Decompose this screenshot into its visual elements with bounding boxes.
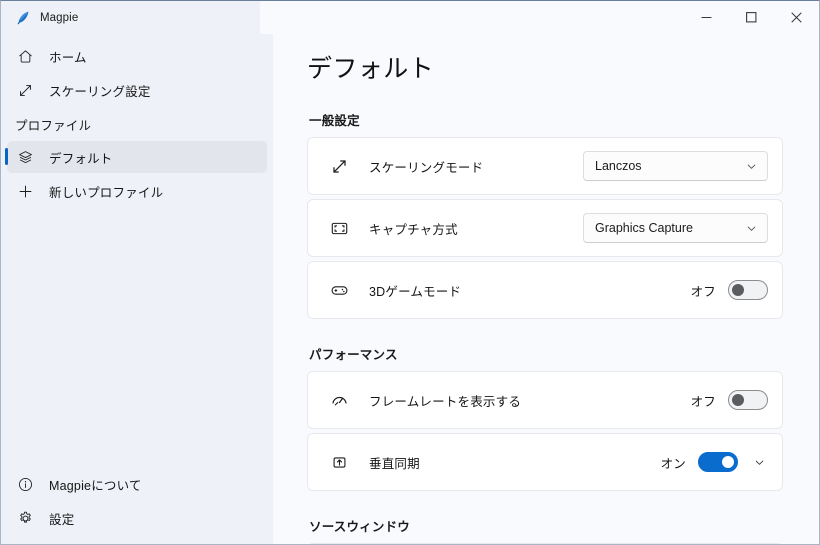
sidebar-item-new-profile[interactable]: 新しいプロファイル [7,175,267,207]
sidebar: ホーム スケーリング設定 プロファイル デフォルト 新しいプロファイル Magp… [1,34,273,544]
minimize-icon [701,17,712,18]
vsync-toggle[interactable] [698,452,738,472]
setting-row-capture-method: キャプチャ方式 Graphics Capture [307,199,783,257]
plus-icon [15,181,35,201]
setting-control: Graphics Capture [583,213,768,243]
sidebar-item-label: スケーリング設定 [49,84,151,99]
window-controls [684,1,819,34]
magpie-window: Magpie ホーム スケーリング設定 プロファイル デフォルト 新しいプロファ… [0,0,820,545]
toggle-knob [722,456,734,468]
sidebar-item-home[interactable]: ホーム [7,40,267,72]
toggle-knob [732,394,744,406]
pulse-speed-icon [328,389,350,411]
group-title-source-window: ソースウィンドウ [309,520,410,534]
dropdown-value: Lanczos [595,159,642,173]
arrow-up-box-icon [328,451,350,473]
setting-row-3d-game-mode: 3Dゲームモード オフ [307,261,783,319]
3d-game-mode-toggle[interactable] [728,280,768,300]
setting-control: オフ [691,390,768,410]
sidebar-item-settings[interactable]: 設定 [7,502,267,534]
maximize-icon [746,12,757,23]
sidebar-item-label: 新しいプロファイル [49,185,164,200]
sidebar-profiles-nav: デフォルト 新しいプロファイル [1,141,273,207]
setting-row-show-framerate: フレームレートを表示する オフ [307,371,783,429]
window-body: ホーム スケーリング設定 プロファイル デフォルト 新しいプロファイル Magp… [1,34,819,544]
capture-method-dropdown[interactable]: Graphics Capture [583,213,768,243]
close-button[interactable] [774,1,819,34]
home-icon [15,46,35,66]
setting-label: フレームレートを表示する [369,394,522,409]
vsync-expander-button[interactable] [750,453,768,471]
sidebar-section-profiles: プロファイル [15,119,92,133]
setting-row-scaling-mode: スケーリングモード Lanczos [307,137,783,195]
sidebar-item-scaling-settings[interactable]: スケーリング設定 [7,74,267,106]
maximize-button[interactable] [729,1,774,34]
setting-label: キャプチャ方式 [369,222,458,237]
info-circle-icon [15,474,35,494]
setting-label: 3Dゲームモード [369,284,462,299]
gamepad-icon [328,279,350,301]
sidebar-item-label: ホーム [49,50,87,65]
sidebar-bottom-nav: Magpieについて 設定 [1,468,273,544]
title-bar-drag-region [260,1,684,34]
toggle-state-label: オフ [690,284,716,299]
setting-control: オン [661,452,768,472]
resize-arrows-icon [328,155,350,177]
sidebar-item-label: Magpieについて [49,478,142,493]
chevron-down-icon [746,223,757,234]
setting-control: Lanczos [583,151,768,181]
group-title-general: 一般設定 [309,114,360,128]
setting-row-source-window-partial [307,543,783,544]
setting-label: スケーリングモード [369,160,484,175]
chevron-down-icon [754,457,765,468]
chevron-down-icon [746,161,757,172]
setting-row-vsync: 垂直同期 オン [307,433,783,491]
sidebar-item-label: 設定 [49,512,75,527]
settings-content: デフォルト 一般設定 スケーリングモード Lanczos キャプチャ方式 Gra… [273,34,819,544]
page-title: デフォルト [307,55,435,83]
selection-indicator [5,148,8,165]
close-icon [791,12,802,23]
toggle-state-label: オン [660,456,686,471]
gear-icon [15,508,35,528]
sidebar-primary-nav: ホーム スケーリング設定 [1,40,273,106]
sidebar-item-default-profile[interactable]: デフォルト [5,141,267,173]
resize-arrows-icon [15,80,35,100]
layers-stack-icon [15,147,35,167]
feather-icon [15,10,31,26]
sidebar-item-label: デフォルト [49,151,113,166]
setting-control: オフ [691,280,768,300]
capture-frame-icon [328,217,350,239]
group-title-performance: パフォーマンス [309,348,398,362]
minimize-button[interactable] [684,1,729,34]
show-framerate-toggle[interactable] [728,390,768,410]
dropdown-value: Graphics Capture [595,221,693,235]
title-bar: Magpie [1,1,819,34]
title-bar-brand: Magpie [1,1,260,34]
sidebar-item-about[interactable]: Magpieについて [7,468,267,500]
toggle-knob [732,284,744,296]
toggle-state-label: オフ [690,394,716,409]
scaling-mode-dropdown[interactable]: Lanczos [583,151,768,181]
setting-label: 垂直同期 [369,456,420,471]
app-title: Magpie [40,11,79,24]
